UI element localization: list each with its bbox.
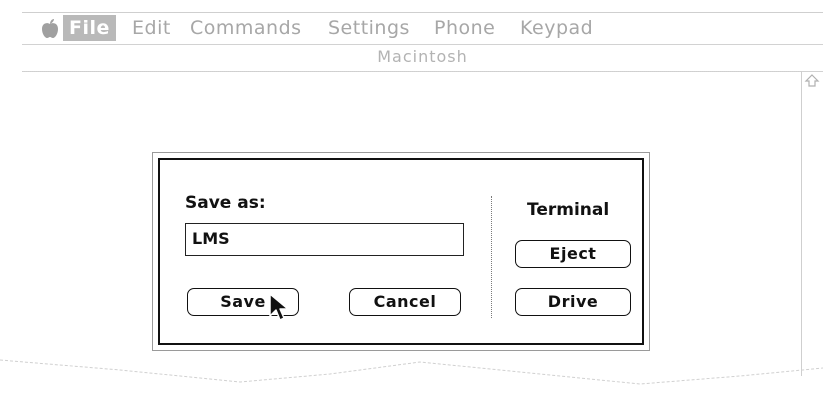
menu-edit[interactable]: Edit	[132, 15, 171, 41]
mouse-cursor-icon	[269, 293, 289, 321]
save-as-label: Save as:	[185, 193, 266, 213]
vertical-scrollbar[interactable]	[801, 71, 823, 376]
save-dialog: Save as: LMS Save Cancel Terminal Eject …	[152, 152, 650, 351]
menu-file[interactable]: File	[63, 15, 116, 41]
menu-settings[interactable]: Settings	[328, 15, 410, 41]
dialog-frame: Save as: LMS Save Cancel Terminal Eject …	[158, 158, 644, 345]
menu-phone[interactable]: Phone	[434, 15, 495, 41]
menu-commands[interactable]: Commands	[190, 15, 302, 41]
cancel-button[interactable]: Cancel	[349, 288, 461, 316]
eject-button[interactable]: Eject	[515, 240, 631, 268]
drive-button[interactable]: Drive	[515, 288, 631, 316]
scroll-up-arrow-icon[interactable]	[804, 73, 820, 89]
volume-label: Terminal	[527, 200, 610, 220]
apple-menu-icon[interactable]	[38, 18, 62, 40]
window-title-bar[interactable]: Macintosh	[22, 44, 823, 72]
window-title: Macintosh	[377, 47, 468, 66]
menu-bar: File Edit Commands Settings Phone Keypad	[22, 12, 823, 45]
filename-field[interactable]: LMS	[185, 223, 464, 256]
menu-keypad[interactable]: Keypad	[520, 15, 593, 41]
dialog-divider	[491, 196, 492, 318]
